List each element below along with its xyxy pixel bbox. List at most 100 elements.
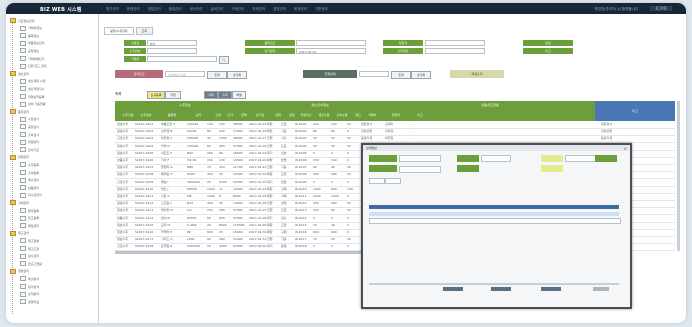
sidebar-item[interactable]: 반품관리 xyxy=(20,185,39,191)
column-header[interactable]: 수주번호 xyxy=(135,110,157,121)
print-button[interactable]: 출력 xyxy=(218,91,232,99)
popup-grid-row-selected[interactable] xyxy=(369,212,619,216)
table-cell: 2017-01-23 xyxy=(249,179,267,184)
sidebar-item[interactable]: 매출분석 xyxy=(20,276,39,282)
excel-button[interactable]: 엑셀 xyxy=(232,91,246,99)
sidebar-item[interactable]: 검사기준 xyxy=(20,147,39,153)
popup-close-button[interactable] xyxy=(593,287,609,291)
status-reset-button[interactable]: 초기화 xyxy=(411,71,431,79)
sidebar-group[interactable]: 생산관리 xyxy=(10,71,29,77)
menu-item[interactable]: 영업관리 xyxy=(148,7,161,12)
tab-search[interactable]: 조회 xyxy=(135,27,154,35)
popup-field-1[interactable] xyxy=(399,155,441,162)
menu-item[interactable]: 구매관리 xyxy=(231,7,244,12)
menu-item[interactable]: 자재관리 xyxy=(252,7,265,12)
popup-field-4[interactable] xyxy=(565,155,597,162)
sidebar-item[interactable]: 품목정보 xyxy=(20,33,39,39)
grid-horizontal-scrollbar[interactable] xyxy=(115,251,377,254)
sidebar-item[interactable]: 부품정보관리 xyxy=(20,40,45,46)
menu-item[interactable]: 회계관리 xyxy=(294,7,307,12)
search-input[interactable]: 검색어를 입력 xyxy=(165,71,205,77)
manager-field[interactable] xyxy=(425,40,485,46)
popup-field-3[interactable] xyxy=(481,155,511,162)
sidebar-item[interactable]: 출하검사 xyxy=(20,132,39,137)
sidebar-item[interactable]: 입고등록 xyxy=(20,215,39,221)
sidebar-item[interactable]: 설비 가동현황 xyxy=(20,101,46,107)
sidebar-item-label: 생산계획 수립 xyxy=(28,79,46,84)
sidebar-item[interactable]: 작업실적등록 xyxy=(20,94,45,99)
sidebar-group[interactable]: 기준정보관리 xyxy=(10,18,35,23)
column-header[interactable]: 담당자 xyxy=(385,110,407,121)
sidebar-group[interactable]: 구매관리 xyxy=(10,200,29,206)
customer-field[interactable] xyxy=(147,56,217,62)
table-cell: 20 xyxy=(313,222,317,227)
popup-button-3[interactable] xyxy=(541,287,561,291)
search-button[interactable]: 조회 xyxy=(207,71,227,79)
sidebar-item[interactable]: 실사관리 xyxy=(20,253,39,259)
menu-item[interactable]: 원가관리 xyxy=(106,7,119,12)
table-cell: 20 xyxy=(347,165,351,170)
delete-button[interactable]: 삭제 xyxy=(204,91,218,99)
popup-grid-row[interactable] xyxy=(369,218,621,224)
menu-item[interactable]: 생산관리 xyxy=(190,7,203,12)
sidebar-item[interactable]: 단위/코드 관리 xyxy=(20,63,47,69)
sidebar-item[interactable]: 거래처정보 xyxy=(20,25,42,31)
menu-item[interactable]: 설비관리 xyxy=(210,7,223,12)
popup-tab-2[interactable] xyxy=(385,178,401,184)
popup-tab-1[interactable] xyxy=(369,178,385,184)
table-cell: 13500 xyxy=(233,172,243,177)
sidebar-item[interactable]: 원가분석 xyxy=(20,284,39,289)
sidebar-item[interactable]: 출하등록 xyxy=(20,170,39,175)
menu-item[interactable]: 경영관리 xyxy=(273,7,286,12)
popup-horizontal-scrollbar[interactable] xyxy=(369,283,619,285)
sidebar-item[interactable]: 경영지표 xyxy=(20,299,39,305)
new-button[interactable]: 신규등록 xyxy=(147,91,165,99)
sidebar-item[interactable]: 수주등록 xyxy=(20,162,39,168)
sidebar-item[interactable]: 미수금관리 xyxy=(20,192,42,198)
status-apply-button[interactable]: 조회 xyxy=(391,71,411,79)
reset-button[interactable]: 초기화 xyxy=(227,71,247,79)
popup-field-2[interactable] xyxy=(399,166,441,173)
search-icon[interactable]: 🔍 xyxy=(219,56,229,64)
sidebar-item[interactable]: 매입관리 xyxy=(20,223,39,229)
order-date-field[interactable] xyxy=(425,48,485,54)
sidebar-item[interactable]: 손익분석 xyxy=(20,291,39,297)
popup-button-2[interactable] xyxy=(491,287,511,291)
menu-item[interactable]: 기준정보 xyxy=(315,7,328,12)
due-date-field[interactable]: 2017-01-01 xyxy=(296,48,366,54)
sidebar-item[interactable]: 매출관리 xyxy=(20,177,39,183)
grid-vertical-scrollbar[interactable] xyxy=(677,101,680,251)
sidebar-item[interactable]: 불량관리 xyxy=(20,139,39,145)
column-header[interactable]: 거래처 xyxy=(361,110,383,121)
sidebar-group[interactable]: 품질관리 xyxy=(10,109,29,115)
order-no-field[interactable] xyxy=(147,48,197,54)
table-cell: 가이드 Q xyxy=(161,237,173,242)
sidebar-item[interactable]: 입출고현황 xyxy=(20,261,42,267)
sidebar-item[interactable]: 재고현황 xyxy=(20,238,39,244)
sidebar-item[interactable]: 공정정보 xyxy=(20,48,39,54)
logout-button[interactable]: 로그아웃 xyxy=(650,6,672,11)
sidebar-item[interactable]: 수입검사 xyxy=(20,116,39,122)
site-field[interactable]: 본사 xyxy=(147,40,197,46)
menu-item[interactable]: 품질관리 xyxy=(169,7,182,12)
popup-close-icon[interactable]: × xyxy=(624,146,627,151)
column-header[interactable]: 규격 xyxy=(187,110,209,121)
sidebar-item[interactable]: 공정검사 xyxy=(20,124,39,130)
sidebar-item[interactable]: 재고조정 xyxy=(20,246,39,251)
item-field[interactable] xyxy=(296,40,366,46)
sidebar-group[interactable]: 판매관리 xyxy=(10,154,29,160)
sidebar-item[interactable]: 거래처별단가 xyxy=(20,56,45,61)
tab-process[interactable]: 공정/수주관리 xyxy=(104,27,134,35)
sidebar-group[interactable]: 재고관리 xyxy=(10,230,29,236)
status-field[interactable] xyxy=(359,71,389,77)
save-button[interactable]: 저장 xyxy=(165,91,181,99)
sidebar-item[interactable]: 생산계획 수립 xyxy=(20,78,46,84)
popup-button-1[interactable] xyxy=(443,287,463,291)
column-header[interactable]: 비고 xyxy=(409,110,431,121)
column-header[interactable]: 품목명 xyxy=(161,110,183,121)
document-icon xyxy=(20,261,26,267)
sidebar-item[interactable]: 발주등록 xyxy=(20,208,39,213)
menu-item[interactable]: 판매관리 xyxy=(127,7,140,12)
sidebar-group[interactable]: 경영관리 xyxy=(10,268,29,274)
sidebar-item[interactable]: 생산작업지시 xyxy=(20,86,45,92)
